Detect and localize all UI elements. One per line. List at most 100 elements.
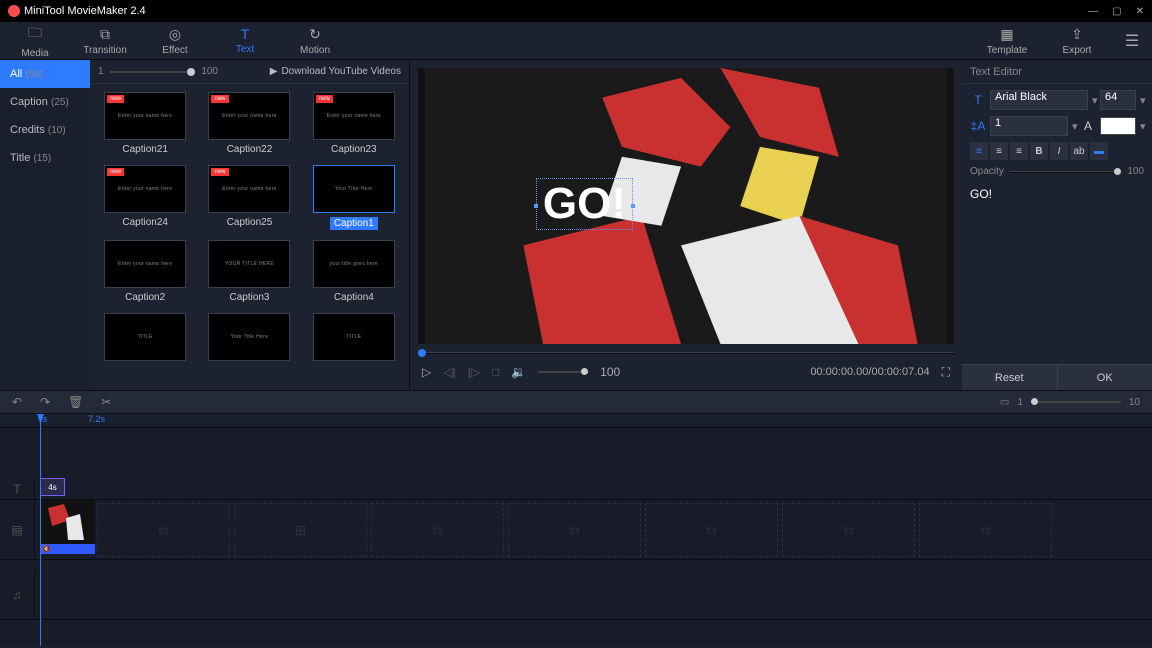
effect-icon: ◎ <box>169 26 181 43</box>
thumb-label: Caption1 <box>330 217 378 230</box>
sidebar-item-caption[interactable]: Caption (25) <box>0 88 90 116</box>
color-swatch[interactable] <box>1100 117 1136 135</box>
play-button[interactable]: ▷ <box>422 365 431 379</box>
redo-button[interactable]: ↷ <box>40 395 50 409</box>
minimize-button[interactable]: — <box>1088 6 1098 17</box>
text-clip[interactable]: 4s <box>40 478 65 496</box>
undo-button[interactable]: ↶ <box>12 395 22 409</box>
font-select[interactable]: Arial Black <box>990 90 1088 110</box>
align-right-button[interactable]: ≡ <box>1010 142 1028 160</box>
menu-button[interactable]: ☰ <box>1112 26 1152 56</box>
fullscreen-button[interactable]: ⛶ <box>942 365 950 380</box>
app-logo <box>8 5 20 17</box>
text-preset-thumb[interactable]: your title goes here <box>313 240 395 288</box>
highlight-button[interactable]: ab <box>1070 142 1088 160</box>
template-icon: ▦ <box>1000 26 1013 43</box>
bold-button[interactable]: B <box>1030 142 1048 160</box>
close-button[interactable]: ✕ <box>1136 6 1144 17</box>
ok-button[interactable]: OK <box>1057 364 1152 390</box>
motion-icon: ↻ <box>309 26 321 43</box>
time-mark: 7.2s <box>88 414 105 424</box>
reset-button[interactable]: Reset <box>962 364 1057 390</box>
text-preset-thumb[interactable]: newEnter your name here <box>104 92 186 140</box>
text-preset-thumb[interactable]: newEnter your name here <box>208 165 290 213</box>
transition-icon: ⧉ <box>100 26 110 43</box>
text-preset-thumb[interactable]: newEnter your name here <box>313 92 395 140</box>
sidebar-item-title[interactable]: Title (15) <box>0 144 90 172</box>
text-preset-thumb[interactable]: Enter your name here <box>104 240 186 288</box>
prev-frame-button[interactable]: ◁| <box>443 365 455 379</box>
volume-icon[interactable]: 🔉 <box>511 365 526 379</box>
text-preset-thumb[interactable]: newEnter your name here <box>208 92 290 140</box>
empty-slot[interactable]: ⧉ <box>97 503 230 557</box>
playhead[interactable] <box>40 414 41 646</box>
highlight-color-button[interactable]: ▬ <box>1090 142 1108 160</box>
delete-button[interactable]: 🗑 <box>68 395 83 409</box>
font-color-icon: A <box>1080 119 1096 133</box>
thumb-label: Caption22 <box>227 144 273 155</box>
thumb-size-min: 1 <box>98 66 104 77</box>
preview-canvas[interactable]: GO! <box>418 68 954 344</box>
fit-button[interactable]: ▭ <box>1000 397 1009 408</box>
maximize-button[interactable]: ▢ <box>1112 6 1121 17</box>
mute-icon[interactable]: 🔇 <box>42 545 51 553</box>
empty-slot[interactable]: ⧉ <box>782 503 915 557</box>
volume-slider[interactable] <box>538 371 588 373</box>
toolbar-effect[interactable]: ◎Effect <box>140 22 210 59</box>
volume-value: 100 <box>600 365 620 379</box>
toolbar-transition[interactable]: ⧉Transition <box>70 22 140 59</box>
text-preset-thumb[interactable]: Your Title Here <box>313 165 395 213</box>
text-overlay[interactable]: GO! <box>536 178 633 230</box>
opacity-slider[interactable] <box>1010 171 1121 173</box>
zoom-min: 1 <box>1017 397 1023 408</box>
line-height-icon: ‡A <box>970 119 986 133</box>
text-input[interactable]: GO! <box>970 183 1144 358</box>
thumb-label: Caption24 <box>122 217 168 228</box>
sidebar-item-credits[interactable]: Credits (10) <box>0 116 90 144</box>
thumb-label: Caption3 <box>229 292 269 303</box>
toolbar-text[interactable]: TText <box>210 22 280 59</box>
time-display: 00:00:00.00/00:00:07.04 <box>810 366 929 378</box>
empty-slot[interactable]: ⧉ <box>508 503 641 557</box>
font-size-select[interactable]: 64 <box>1100 90 1136 110</box>
video-clip[interactable]: 🔇 <box>40 500 95 554</box>
italic-button[interactable]: I <box>1050 142 1068 160</box>
align-center-button[interactable]: ≡ <box>990 142 1008 160</box>
youtube-icon: ▶ <box>270 66 278 77</box>
sidebar-item-all[interactable]: All (50) <box>0 60 90 88</box>
download-youtube-link[interactable]: ▶Download YouTube Videos <box>270 66 401 77</box>
opacity-value: 100 <box>1127 166 1144 177</box>
thumb-label: Caption23 <box>331 144 377 155</box>
toolbar-media[interactable]: 🗀Media <box>0 22 70 59</box>
text-preset-thumb[interactable]: YOUR TITLE HERE <box>208 240 290 288</box>
next-frame-button[interactable]: |▷ <box>468 365 480 379</box>
editor-title: Text Editor <box>962 60 1152 84</box>
text-preset-thumb[interactable]: TITLE <box>313 313 395 361</box>
stop-button[interactable]: □ <box>492 365 499 379</box>
app-title: MiniTool MovieMaker 2.4 <box>24 5 146 17</box>
empty-slot[interactable]: ⧉ <box>645 503 778 557</box>
text-preset-thumb[interactable]: newEnter your name here <box>104 165 186 213</box>
thumb-label: Caption4 <box>334 292 374 303</box>
text-preset-thumb[interactable]: TITLE <box>104 313 186 361</box>
thumb-size-max: 100 <box>201 66 218 77</box>
toolbar-motion[interactable]: ↻Motion <box>280 22 350 59</box>
scrubber[interactable] <box>418 349 426 357</box>
cut-button[interactable]: ✂ <box>101 395 111 409</box>
empty-slot[interactable]: ⊞ <box>234 503 367 557</box>
thumb-label: Caption2 <box>125 292 165 303</box>
empty-slot[interactable]: ⧉ <box>371 503 504 557</box>
font-icon: T <box>970 93 986 107</box>
empty-slot[interactable]: ⧉ <box>919 503 1052 557</box>
toolbar-export[interactable]: ⇪Export <box>1042 26 1112 56</box>
folder-icon: 🗀 <box>28 22 42 46</box>
text-preset-thumb[interactable]: Your Title Here <box>208 313 290 361</box>
align-left-button[interactable]: ≡ <box>970 142 988 160</box>
thumb-size-slider[interactable] <box>110 71 196 73</box>
text-track-icon: T <box>0 478 35 499</box>
zoom-max: 10 <box>1129 397 1140 408</box>
line-height-select[interactable]: 1 <box>990 116 1068 136</box>
opacity-label: Opacity <box>970 166 1004 177</box>
zoom-slider[interactable] <box>1031 401 1121 403</box>
toolbar-template[interactable]: ▦Template <box>972 26 1042 56</box>
